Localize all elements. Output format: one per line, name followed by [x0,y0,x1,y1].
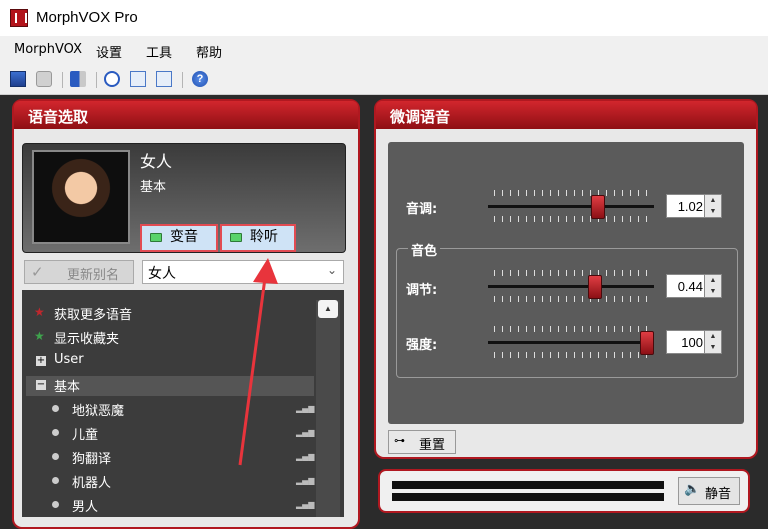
reset-icon: ⊶ [394,434,405,447]
list-item[interactable]: 男人 ▂▄▆ [30,496,315,516]
listen-button[interactable]: 聆听 [220,224,296,252]
list-item[interactable]: 机器人 ▂▄▆ [30,472,315,492]
adjust-slider-thumb[interactable] [588,275,602,299]
stepper-arrows-icon[interactable]: ▲ ▼ [704,275,721,297]
list-scrollbar[interactable]: ▲ [316,300,340,517]
voice-category: 基本 [140,180,167,195]
led-icon [150,232,162,242]
signal-icon: ▂▄▆ [296,452,315,461]
adjust-label: 调节: [406,283,438,298]
timer-icon[interactable] [104,71,120,87]
signal-icon: ▂▄▆ [296,500,315,509]
voice-name: 女人 [140,152,173,171]
adjust-slider[interactable] [488,270,654,304]
menu-morphvox[interactable]: MorphVOX [14,42,82,57]
strength-label: 强度: [406,338,438,353]
signal-icon: ▂▄▆ [296,476,315,485]
collapse-icon[interactable]: − [36,380,46,390]
adjust-stepper[interactable]: 0.44 ▲ ▼ [666,274,722,298]
strength-slider[interactable] [488,326,654,360]
pitch-slider[interactable] [488,190,654,224]
check-icon: ✓ [31,263,44,281]
signal-icon: ▂▄▆ [296,404,315,413]
window-title: MorphVOX Pro [36,9,138,26]
save-icon[interactable] [10,71,26,87]
scroll-up-icon[interactable]: ▲ [318,300,338,318]
bullet-icon [52,405,59,412]
menu-settings[interactable]: 设置 [96,42,122,61]
bullet-icon [52,501,59,508]
pitch-stepper[interactable]: 1.02 ▲ ▼ [666,194,722,218]
stepper-arrows-icon[interactable]: ▲ ▼ [704,331,721,353]
red-star-icon: ★ [34,305,45,319]
title-bar: MorphVOX Pro [0,0,768,36]
mute-button[interactable]: 🔈 静音 [678,477,740,505]
tune-panel-title: 微调语音 [376,101,756,129]
strength-stepper[interactable]: 100 ▲ ▼ [666,330,722,354]
pitch-slider-thumb[interactable] [591,195,605,219]
green-star-icon: ★ [34,329,45,343]
expand-icon[interactable]: + [36,356,46,366]
morphvox-logo-icon [10,9,28,27]
chevron-down-icon: ⌄ [326,263,337,277]
level-meter-panel: 🔈 静音 [378,469,750,513]
signal-icon: ▂▄▆ [296,428,315,437]
toolbar: ? [0,64,768,95]
timbre-group-label: 音色 [408,240,441,259]
bullet-icon [52,429,59,436]
sound-icon[interactable] [156,71,172,87]
input-level-meter [392,481,664,489]
menu-help[interactable]: 帮助 [196,42,222,61]
waveform-icon[interactable] [130,71,146,87]
help-icon[interactable]: ? [192,71,208,87]
menu-bar: MorphVOX 设置 工具 帮助 [0,36,768,64]
output-level-meter [392,493,664,501]
update-alias-button[interactable]: ✓ 更新别名 [24,260,134,284]
bullet-icon [52,477,59,484]
strength-slider-thumb[interactable] [640,331,654,355]
disk-icon[interactable] [36,71,52,87]
plug-icon[interactable] [70,71,86,87]
stepper-arrows-icon[interactable]: ▲ ▼ [704,195,721,217]
morph-button[interactable]: 变音 [140,224,218,252]
annotation-arrow [238,258,278,466]
reset-button[interactable]: ⊶ 重置 [388,430,456,454]
avatar [32,150,130,244]
menu-tools[interactable]: 工具 [146,42,172,61]
speaker-icon: 🔈 [684,482,701,497]
voice-panel-title: 语音选取 [14,101,358,129]
pitch-label: 音调: [406,202,438,217]
bullet-icon [52,453,59,460]
led-icon [230,232,242,242]
